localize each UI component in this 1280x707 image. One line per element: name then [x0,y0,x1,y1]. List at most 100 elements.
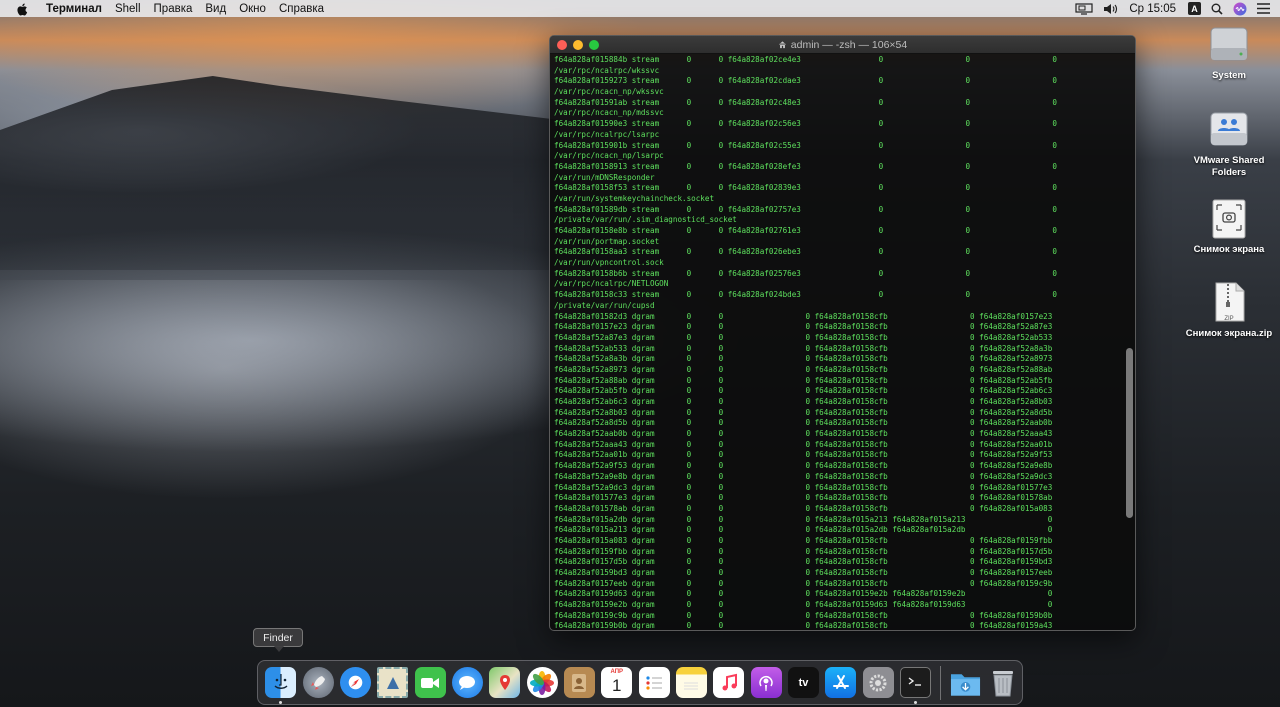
desktop-icon-screenshot[interactable]: Снимок экрана [1179,196,1279,256]
wallpaper-mountain [0,76,560,270]
menu-shell[interactable]: Shell [115,3,141,15]
dock-terminal[interactable] [897,664,934,704]
terminal-line: f64a828af01577e3 dgram 0 0 0 f64a828af01… [554,493,1053,503]
hard-drive-icon [1207,22,1251,66]
terminal-line: /var/rpc/ncacn_np/wkssvc [554,87,664,97]
terminal-line: f64a828af0157eeb dgram 0 0 0 f64a828af01… [554,578,1053,588]
terminal-line: /var/run/portmap.socket [554,236,660,246]
menu-help[interactable]: Справка [279,3,324,15]
terminal-scrollbar[interactable] [1126,348,1133,518]
terminal-line: f64a828af52a8b03 dgram 0 0 0 f64a828af01… [554,407,1053,417]
volume-icon[interactable] [1103,3,1119,15]
terminal-line: /var/run/mDNSResponder [554,172,655,182]
dock-safari[interactable] [337,664,374,701]
finder-icon [265,667,297,698]
terminal-line: /var/rpc/ncalrpc/NETLOGON [554,279,669,289]
menu-window[interactable]: Окно [239,3,266,15]
calendar-month: АПР [610,669,624,675]
dock-mail-stamp[interactable] [374,664,411,701]
facetime-camera-icon [414,667,446,698]
desktop-icon-screenshot-zip[interactable]: ZIP Снимок экрана.zip [1179,280,1279,340]
terminal-line: f64a828af0157d5b dgram 0 0 0 f64a828af01… [554,557,1053,567]
terminal-line: /var/rpc/ncacn_np/lsarpc [554,151,664,161]
dock-tooltip: Finder [253,628,303,652]
dock-facetime[interactable] [411,664,448,701]
dock-podcasts[interactable] [747,664,784,701]
terminal-line: f64a828af01589db stream 0 0 f64a828af027… [554,204,1057,214]
terminal-line: f64a828af0158e8b stream 0 0 f64a828af027… [554,226,1057,235]
zip-badge: ZIP [1224,316,1234,322]
photos-flower-icon [526,667,558,698]
terminal-output[interactable]: f64a828af015884b stream 0 0 f64a828af02c… [554,55,1121,630]
siri-icon[interactable] [1233,2,1247,16]
terminal-line: /var/rpc/ncalrpc/wkssvc [554,65,660,75]
dock-system-preferences[interactable] [860,664,897,701]
terminal-line: /var/run/vpncontrol.sock [554,258,664,268]
dock-launchpad[interactable] [299,664,336,701]
dock-finder[interactable] [262,664,299,704]
dock-music[interactable] [710,664,747,701]
terminal-line: f64a828af01590e3 stream 0 0 f64a828af02c… [554,119,1057,129]
terminal-window[interactable]: admin — -zsh — 106×54 f64a828af015884b s… [549,35,1136,631]
screenshot-file-icon [1207,196,1251,240]
notification-center-icon[interactable] [1257,3,1270,14]
safari-compass-icon [339,667,371,698]
terminal-line: f64a828af52a8d5b dgram 0 0 0 f64a828af01… [554,418,1053,428]
desktop-icon-label: Снимок экрана [1193,244,1265,255]
display-mirroring-icon[interactable] [1075,2,1093,15]
terminal-line: f64a828af015a083 dgram 0 0 0 f64a828af01… [554,535,1053,545]
stamp-app-icon [377,667,409,698]
dock-trash[interactable] [985,664,1022,701]
terminal-line: f64a828af0159c9b dgram 0 0 0 f64a828af01… [554,610,1053,620]
downloads-folder-icon [950,667,981,698]
terminal-line: f64a828af52a9f53 dgram 0 0 0 f64a828af01… [554,461,1053,471]
input-source-icon[interactable]: A [1188,2,1201,15]
dock-notes[interactable] [673,664,710,701]
terminal-line: f64a828af52a8973 dgram 0 0 0 f64a828af01… [554,364,1053,374]
home-folder-icon [778,41,786,49]
terminal-line: f64a828af0159bd3 dgram 0 0 0 f64a828af01… [554,568,1053,577]
shared-folder-icon [1207,107,1251,151]
desktop-icon-system[interactable]: System [1179,22,1279,82]
terminal-line: f64a828af015901b stream 0 0 f64a828af02c… [554,140,1057,150]
dock-tv[interactable]: tv [785,664,822,701]
close-button[interactable] [557,40,567,50]
dock-contacts[interactable] [561,664,598,701]
terminal-line: f64a828af0157e23 dgram 0 0 0 f64a828af01… [554,322,1053,332]
maximize-button[interactable] [589,40,599,50]
apple-menu-icon[interactable] [16,3,32,15]
desktop-icon-vmware-shared-folders[interactable]: VMware Shared Folders [1179,107,1279,179]
desktop-icon-label: System [1212,70,1246,81]
dock-app-store[interactable] [822,664,859,701]
menu-edit[interactable]: Правка [154,3,193,15]
dock-photos[interactable] [523,664,560,701]
terminal-line: f64a828af52ab5fb dgram 0 0 0 f64a828af01… [554,386,1053,396]
terminal-line: f64a828af52a88ab dgram 0 0 0 f64a828af01… [554,375,1053,385]
wallpaper-fog [0,280,560,500]
music-note-icon [713,667,745,698]
messages-bubble-icon [451,667,483,698]
menu-view[interactable]: Вид [205,3,226,15]
dock-reminders[interactable] [635,664,672,701]
terminal-line: /private/var/run/.sim_diagnosticd_socket [554,215,737,225]
running-indicator [279,701,283,704]
minimize-button[interactable] [573,40,583,50]
dock-calendar[interactable]: АПР 1 [598,664,635,701]
dock-downloads[interactable] [947,664,984,701]
terminal-line: f64a828af01578ab dgram 0 0 0 f64a828af01… [554,503,1053,513]
spotlight-search-icon[interactable] [1211,3,1223,15]
menu-app-name[interactable]: Терминал [46,3,102,15]
terminal-line: f64a828af015a2db dgram 0 0 0 f64a828af01… [554,514,1053,524]
desktop-icon-label: VMware Shared Folders [1193,155,1265,178]
terminal-line: f64a828af0159e2b dgram 0 0 0 f64a828af01… [554,600,1053,610]
terminal-line: f64a828af52aaa43 dgram 0 0 0 f64a828af01… [554,439,1053,449]
zip-file-icon: ZIP [1207,280,1251,324]
terminal-prompt-icon [900,667,932,698]
terminal-titlebar[interactable]: admin — -zsh — 106×54 [550,36,1135,54]
dock-separator [940,665,942,700]
terminal-line: /var/rpc/ncacn_np/mdssvc [554,108,664,118]
terminal-line: f64a828af0158b6b stream 0 0 f64a828af025… [554,268,1057,278]
dock-messages[interactable] [449,664,486,701]
menu-clock[interactable]: Ср 15:05 [1129,3,1176,15]
dock-maps[interactable] [486,664,523,701]
